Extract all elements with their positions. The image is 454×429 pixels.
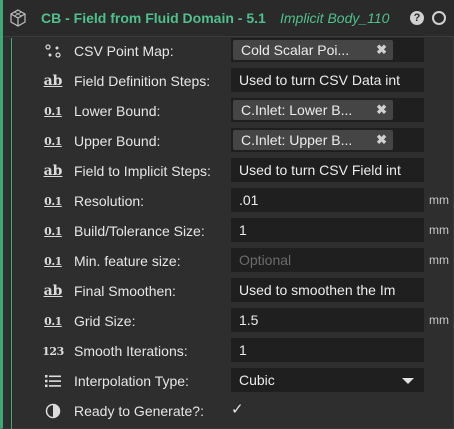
min-feature-size-unit: mm (429, 253, 449, 267)
scalar-icon: 0.1 (44, 134, 62, 148)
build-tolerance-size-unit: mm (429, 223, 449, 237)
panel-subtitle: Implicit Body_110 (280, 10, 390, 26)
ready-to-generate-label: Ready to Generate?: (74, 403, 204, 419)
integer-icon: 123 (42, 344, 64, 358)
lower-bound-value: C.Inlet: Lower B... (241, 102, 353, 118)
cube-block-icon (10, 9, 26, 27)
min-feature-size-label: Min. feature size: (74, 253, 181, 269)
half-circle-icon (41, 401, 65, 421)
row-smooth-iterations: 123 Smooth Iterations: 1 (3, 336, 454, 366)
smooth-iterations-label: Smooth Iterations: (74, 343, 188, 359)
lower-bound-label: Lower Bound: (74, 103, 161, 119)
upper-bound-field[interactable]: C.Inlet: Upper B... ✖ (231, 128, 424, 152)
remove-icon[interactable]: ✖ (376, 100, 387, 120)
lower-bound-field[interactable]: C.Inlet: Lower B... ✖ (231, 98, 424, 122)
scalar-icon: 0.1 (44, 194, 62, 208)
ready-to-generate-checkbox[interactable]: ✓ (231, 400, 249, 420)
grid-size-unit: mm (429, 313, 449, 327)
remove-icon[interactable]: ✖ (376, 40, 387, 60)
scalar-icon: 0.1 (44, 104, 62, 118)
field-definition-steps-input[interactable]: Used to turn CSV Data int (231, 68, 424, 92)
row-lower-bound: 0.1 Lower Bound: C.Inlet: Lower B... ✖ (3, 96, 454, 126)
row-interpolation-type: Interpolation Type: Cubic (3, 366, 454, 396)
grid-size-label: Grid Size: (74, 313, 136, 329)
row-csv-point-map: CSV Point Map: Cold Scalar Poi... ✖ (3, 36, 454, 66)
panel-title: CB - Field from Fluid Domain - 5.1 (41, 10, 266, 26)
interpolation-type-label: Interpolation Type: (74, 373, 189, 389)
scalar-icon: 0.1 (44, 314, 62, 328)
row-grid-size: 0.1 Grid Size: 1.5 mm (3, 306, 454, 336)
list-icon (41, 371, 65, 391)
row-field-definition-steps: ab Field Definition Steps: Used to turn CS… (3, 66, 454, 96)
row-resolution: 0.1 Resolution: .01 mm (3, 186, 454, 216)
build-tolerance-size-label: Build/Tolerance Size: (74, 223, 205, 239)
text-ab-icon: ab (43, 163, 63, 179)
upper-bound-label: Upper Bound: (74, 133, 161, 149)
interpolation-type-dropdown[interactable]: Cubic (231, 368, 424, 392)
help-icon[interactable]: ? (410, 11, 424, 25)
field-to-implicit-steps-input[interactable]: Used to turn CSV Field int (231, 158, 424, 182)
csv-point-map-chip[interactable]: Cold Scalar Poi... ✖ (233, 40, 393, 60)
row-build-tolerance-size: 0.1 Build/Tolerance Size: 1 mm (3, 216, 454, 246)
properties-panel: CB - Field from Fluid Domain - 5.1 Impli… (0, 0, 454, 429)
resolution-unit: mm (429, 193, 449, 207)
csv-point-map-field[interactable]: Cold Scalar Poi... ✖ (231, 38, 424, 62)
field-definition-steps-label: Field Definition Steps: (74, 73, 211, 89)
min-feature-size-input[interactable]: Optional (231, 248, 424, 272)
remove-icon[interactable]: ✖ (376, 130, 387, 150)
row-upper-bound: 0.1 Upper Bound: C.Inlet: Upper B... ✖ (3, 126, 454, 156)
row-min-feature-size: 0.1 Min. feature size: Optional mm (3, 246, 454, 276)
scalar-icon: 0.1 (44, 254, 62, 268)
status-circle-icon[interactable] (432, 11, 446, 25)
csv-point-map-label: CSV Point Map: (74, 43, 174, 59)
point-map-icon (41, 41, 65, 61)
resolution-label: Resolution: (74, 193, 145, 209)
field-to-implicit-steps-label: Field to Implicit Steps: (74, 163, 211, 179)
text-ab-icon: ab (43, 73, 63, 89)
build-tolerance-size-input[interactable]: 1 (231, 218, 424, 242)
final-smoothen-input[interactable]: Used to smoothen the Im (231, 278, 424, 302)
text-ab-icon: ab (43, 283, 63, 299)
interpolation-type-value: Cubic (239, 372, 275, 388)
grid-size-input[interactable]: 1.5 (231, 308, 424, 332)
final-smoothen-label: Final Smoothen: (74, 283, 176, 299)
chevron-down-icon[interactable] (402, 378, 414, 384)
row-final-smoothen: ab Final Smoothen: Used to smoothen the Im (3, 276, 454, 306)
panel-header[interactable]: CB - Field from Fluid Domain - 5.1 Impli… (3, 0, 454, 37)
csv-point-map-value: Cold Scalar Poi... (241, 42, 350, 58)
upper-bound-value: C.Inlet: Upper B... (241, 132, 353, 148)
smooth-iterations-input[interactable]: 1 (231, 338, 424, 362)
upper-bound-chip[interactable]: C.Inlet: Upper B... ✖ (233, 130, 393, 150)
lower-bound-chip[interactable]: C.Inlet: Lower B... ✖ (233, 100, 393, 120)
row-field-to-implicit-steps: ab Field to Implicit Steps: Used to turn C… (3, 156, 454, 186)
scalar-icon: 0.1 (44, 224, 62, 238)
row-ready-to-generate: Ready to Generate?: ✓ (3, 396, 454, 426)
resolution-input[interactable]: .01 (231, 188, 424, 212)
